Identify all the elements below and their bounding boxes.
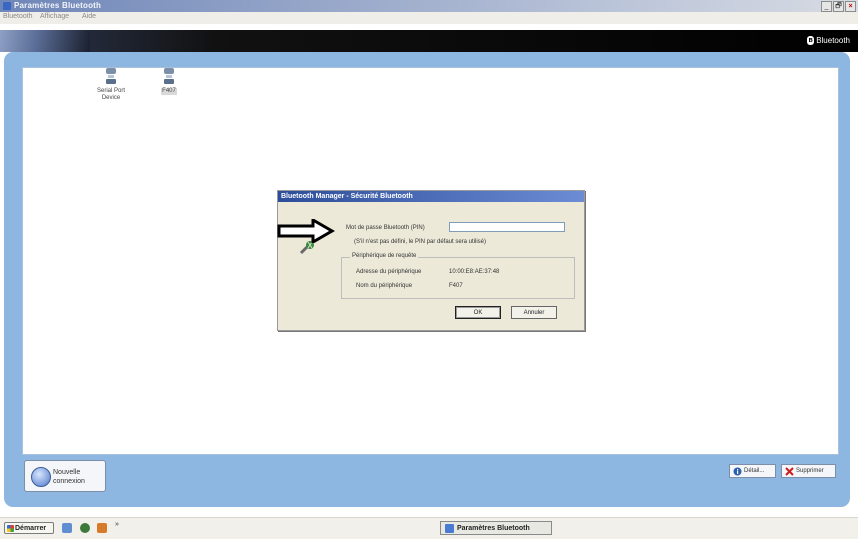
menu-aide[interactable]: Aide bbox=[82, 13, 96, 20]
serial-port-device-icon bbox=[106, 68, 116, 86]
detail-icon bbox=[733, 467, 742, 476]
bottom-toolbar: Nouvelle connexion Détail... Supprimer bbox=[18, 455, 840, 501]
bluetooth-rune-icon: ʙ bbox=[807, 36, 815, 45]
f407-device-icon bbox=[164, 68, 174, 86]
taskbar: Démarrer » Paramètres Bluetooth bbox=[0, 517, 858, 539]
quicklaunch-media-icon[interactable] bbox=[97, 523, 107, 533]
arrow-icon bbox=[277, 217, 335, 245]
quicklaunch-more[interactable]: » bbox=[115, 521, 119, 528]
device-serial-port[interactable]: Serial Port Device bbox=[86, 68, 136, 102]
detail-label: Détail... bbox=[744, 468, 765, 474]
maximize-button[interactable]: 🗗 bbox=[833, 1, 844, 12]
new-connection-line2: connexion bbox=[53, 478, 85, 485]
requesting-device-group bbox=[341, 257, 575, 299]
new-connection-line1: Nouvelle bbox=[53, 469, 81, 476]
device-f407[interactable]: F407 bbox=[144, 68, 194, 95]
minimize-button[interactable]: _ bbox=[821, 1, 832, 12]
new-connection-icon bbox=[31, 467, 51, 487]
ok-button[interactable]: OK bbox=[455, 306, 501, 319]
name-value: F407 bbox=[449, 283, 463, 289]
menu-bluetooth[interactable]: Bluetooth bbox=[3, 13, 33, 20]
taskbar-item-bluetooth[interactable]: Paramètres Bluetooth bbox=[440, 521, 552, 535]
bluetooth-logo: ʙ Bluetooth bbox=[807, 36, 850, 45]
title-bar: Paramètres Bluetooth _ 🗗 × bbox=[0, 0, 858, 12]
delete-icon bbox=[785, 467, 794, 476]
device-label: F407 bbox=[161, 88, 177, 95]
window-title: Paramètres Bluetooth bbox=[14, 1, 102, 10]
security-dialog: Bluetooth Manager - Sécurité Bluetooth M… bbox=[277, 190, 585, 331]
delete-label: Supprimer bbox=[796, 468, 824, 474]
dialog-title: Bluetooth Manager - Sécurité Bluetooth bbox=[278, 191, 584, 202]
device-label-line1: Serial Port bbox=[96, 88, 125, 94]
quicklaunch-desktop-icon[interactable] bbox=[62, 523, 72, 533]
delete-button[interactable]: Supprimer bbox=[781, 464, 836, 478]
bluetooth-brand: Bluetooth bbox=[816, 36, 850, 45]
window-controls: _ 🗗 × bbox=[821, 1, 856, 12]
pin-hint: (S'il n'est pas défini, le PIN par défau… bbox=[354, 239, 487, 245]
app-icon bbox=[3, 2, 11, 10]
new-connection-button[interactable]: Nouvelle connexion bbox=[24, 460, 106, 492]
close-button[interactable]: × bbox=[845, 1, 856, 12]
pin-input[interactable] bbox=[449, 222, 565, 232]
cancel-button[interactable]: Annuler bbox=[511, 306, 557, 319]
start-label: Démarrer bbox=[15, 525, 47, 532]
taskbar-item-label: Paramètres Bluetooth bbox=[457, 525, 530, 532]
start-flag-icon bbox=[7, 525, 14, 532]
start-button[interactable]: Démarrer bbox=[4, 522, 54, 534]
banner-swoosh bbox=[0, 30, 90, 52]
address-label: Adresse du périphérique bbox=[356, 269, 422, 275]
new-connection-label: Nouvelle connexion bbox=[53, 468, 85, 486]
pin-label: Mot de passe Bluetooth (PIN) bbox=[346, 225, 425, 231]
taskbar-app-icon bbox=[445, 524, 454, 533]
address-value: 10:00:E8:AE:37:48 bbox=[449, 269, 500, 275]
menu-affichage[interactable]: Affichage bbox=[40, 13, 69, 20]
menu-bar: Bluetooth Affichage Aide bbox=[0, 12, 858, 24]
quicklaunch-browser-icon[interactable] bbox=[80, 523, 90, 533]
header-banner: ʙ Bluetooth bbox=[0, 30, 858, 52]
group-title: Périphérique de requête bbox=[350, 253, 419, 259]
device-label-line2: Device bbox=[101, 95, 121, 101]
detail-button[interactable]: Détail... bbox=[729, 464, 776, 478]
name-label: Nom du périphérique bbox=[356, 283, 413, 289]
